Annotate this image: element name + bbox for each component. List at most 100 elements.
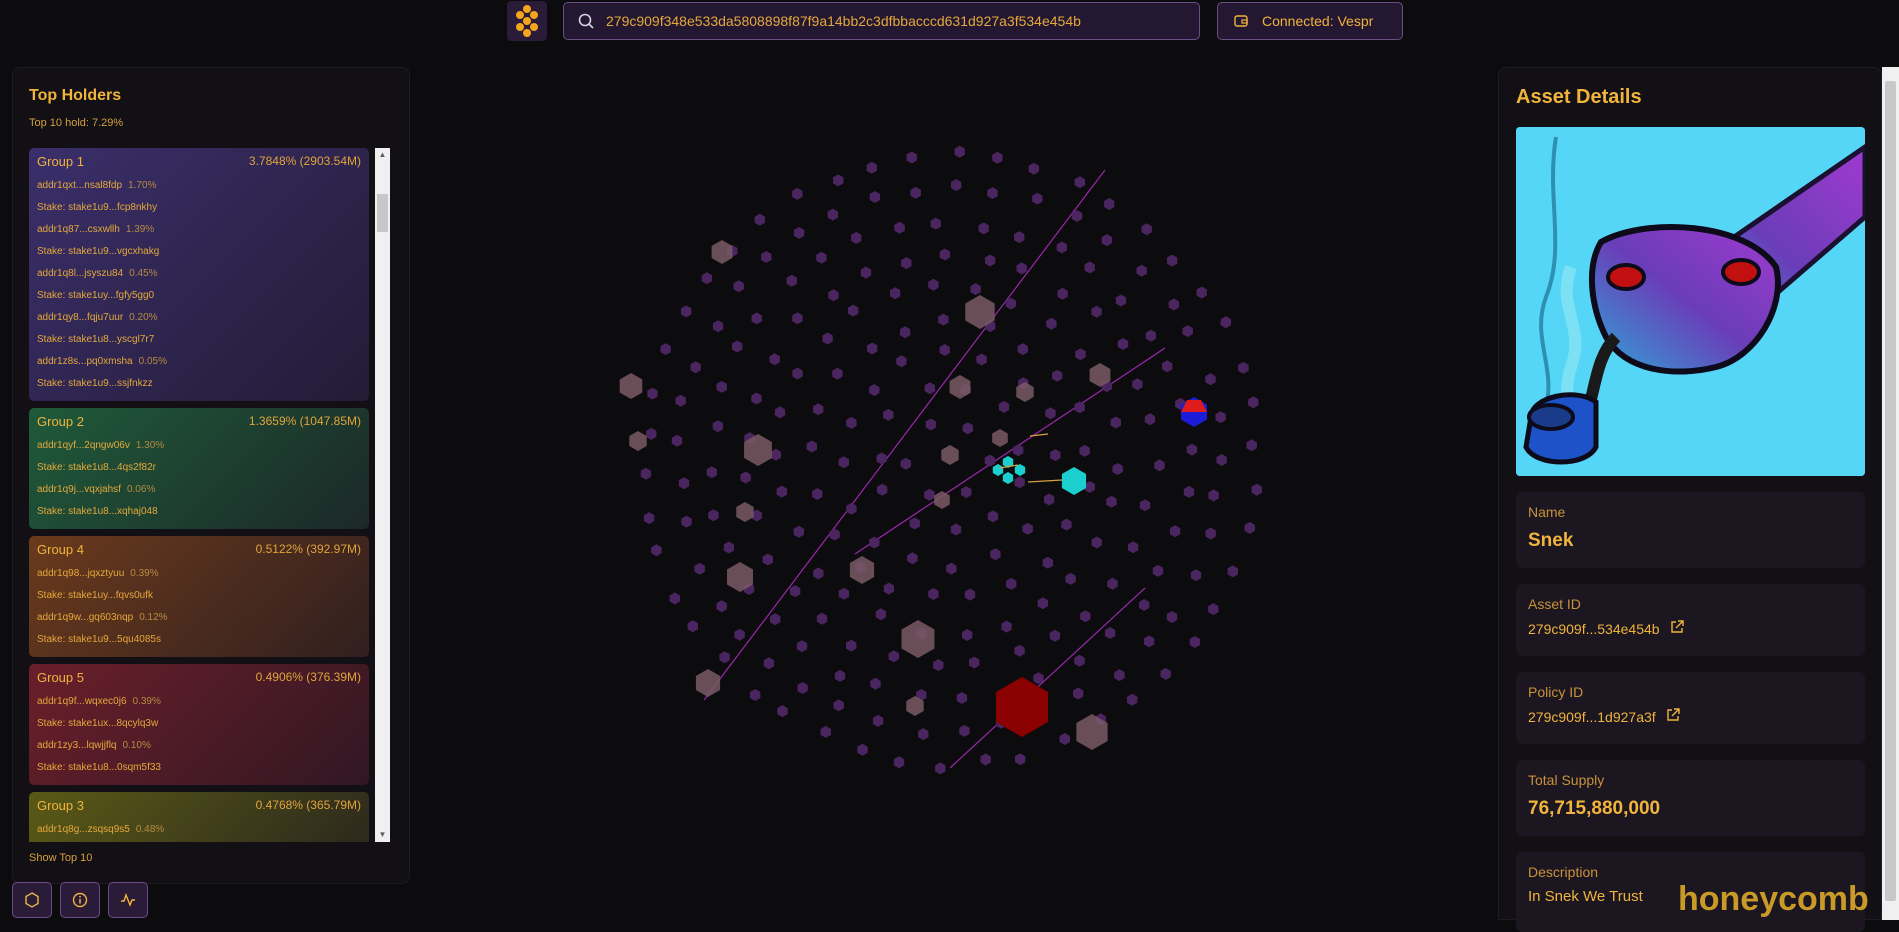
- graph-node[interactable]: [899, 326, 911, 339]
- graph-node-cyan[interactable]: [1002, 472, 1014, 484]
- graph-node-large[interactable]: [941, 445, 959, 465]
- graph-node[interactable]: [910, 186, 921, 199]
- graph-node[interactable]: [924, 488, 935, 501]
- graph-node[interactable]: [740, 471, 751, 484]
- holder-address-row[interactable]: addr1q87...csxwllh 1.39%: [37, 219, 361, 241]
- graph-node[interactable]: [939, 248, 951, 261]
- graph-node[interactable]: [813, 403, 824, 416]
- graph-node[interactable]: [1169, 525, 1181, 538]
- holder-group[interactable]: Group 1 3.7848% (2903.54M) addr1qxt...nsal…: [29, 148, 369, 401]
- page-scrollbar[interactable]: [1882, 67, 1899, 920]
- graph-node-large[interactable]: [934, 491, 950, 509]
- graph-node[interactable]: [793, 226, 805, 239]
- graph-node[interactable]: [984, 254, 996, 267]
- graph-node[interactable]: [1220, 316, 1231, 329]
- graph-node[interactable]: [978, 222, 989, 235]
- graph-node[interactable]: [998, 400, 1010, 413]
- graph-node[interactable]: [1073, 687, 1084, 700]
- graph-node[interactable]: [894, 221, 905, 234]
- graph-node[interactable]: [1057, 287, 1068, 300]
- wallet-button[interactable]: Connected: Vespr: [1217, 2, 1403, 40]
- graph-node[interactable]: [813, 567, 824, 580]
- graph-node[interactable]: [701, 272, 713, 285]
- graph-node-cyan[interactable]: [992, 464, 1004, 476]
- graph-node[interactable]: [1079, 444, 1090, 457]
- holder-group[interactable]: Group 5 0.4906% (376.39M) addr1q9f...wqxec…: [29, 664, 369, 785]
- graph-node[interactable]: [1144, 413, 1156, 426]
- graph-node[interactable]: [1115, 294, 1127, 307]
- graph-node-large[interactable]: [992, 429, 1008, 447]
- graph-node[interactable]: [961, 486, 972, 499]
- graph-node[interactable]: [1074, 401, 1085, 414]
- graph-node[interactable]: [1208, 489, 1219, 502]
- graph-node[interactable]: [761, 251, 772, 263]
- graph-node[interactable]: [1136, 264, 1147, 277]
- graph-node[interactable]: [930, 217, 941, 230]
- graph-node[interactable]: [706, 466, 717, 479]
- graph-node[interactable]: [816, 612, 828, 625]
- graph-node[interactable]: [869, 191, 881, 203]
- graph-node[interactable]: [962, 422, 973, 435]
- graph-node[interactable]: [867, 342, 878, 355]
- graph-node[interactable]: [896, 355, 907, 368]
- graph-node[interactable]: [933, 659, 944, 672]
- graph-node[interactable]: [754, 213, 765, 226]
- graph-node[interactable]: [928, 588, 939, 600]
- graph-node[interactable]: [1205, 373, 1216, 386]
- graph-node[interactable]: [888, 650, 899, 663]
- graph-node[interactable]: [1074, 654, 1085, 667]
- graph-node[interactable]: [751, 392, 762, 405]
- graph-node[interactable]: [828, 289, 839, 302]
- scroll-up-arrow-icon[interactable]: ▲: [375, 148, 390, 162]
- graph-node[interactable]: [716, 600, 727, 613]
- graph-node[interactable]: [1110, 416, 1121, 429]
- graph-node[interactable]: [876, 452, 887, 465]
- honeycomb-logo[interactable]: [507, 1, 547, 41]
- graph-node[interactable]: [928, 278, 939, 291]
- graph-node[interactable]: [976, 353, 987, 366]
- graph-node[interactable]: [1050, 449, 1061, 462]
- graph-node[interactable]: [877, 483, 888, 496]
- graph-node[interactable]: [1061, 518, 1072, 531]
- graph-node[interactable]: [712, 420, 724, 433]
- graph-node[interactable]: [776, 485, 787, 498]
- graph-node[interactable]: [646, 427, 657, 440]
- graph-node-large[interactable]: [849, 556, 875, 584]
- graph-node[interactable]: [1166, 611, 1178, 623]
- graph-node[interactable]: [1152, 564, 1164, 577]
- graph-node[interactable]: [959, 724, 970, 737]
- graph-node[interactable]: [660, 343, 671, 356]
- graph-node[interactable]: [987, 187, 998, 200]
- hexagon-view-button[interactable]: [12, 882, 52, 918]
- graph-node[interactable]: [792, 367, 803, 380]
- graph-node[interactable]: [857, 743, 868, 756]
- graph-node[interactable]: [1046, 317, 1057, 330]
- graph-node[interactable]: [1139, 499, 1151, 512]
- holder-address-row[interactable]: addr1q9f...wqxec0j6 0.39%: [37, 691, 361, 713]
- graph-node[interactable]: [1205, 527, 1216, 540]
- graph-node[interactable]: [833, 174, 844, 187]
- graph-node[interactable]: [1216, 454, 1227, 466]
- graph-node[interactable]: [1084, 480, 1095, 493]
- graph-node[interactable]: [918, 728, 929, 741]
- graph-node[interactable]: [792, 312, 803, 325]
- graph-node[interactable]: [1139, 599, 1150, 611]
- graph-node[interactable]: [719, 651, 730, 664]
- graph-node[interactable]: [1143, 635, 1155, 648]
- graph-node[interactable]: [1037, 597, 1048, 610]
- graph-node[interactable]: [681, 305, 692, 318]
- graph-node[interactable]: [1043, 493, 1055, 506]
- graph-node[interactable]: [762, 553, 773, 566]
- graph-node[interactable]: [643, 512, 655, 525]
- graph-node[interactable]: [907, 552, 918, 565]
- graph-node[interactable]: [816, 251, 827, 264]
- graph-node[interactable]: [792, 187, 803, 200]
- scroll-down-arrow-icon[interactable]: ▼: [375, 828, 390, 842]
- graph-node[interactable]: [1246, 439, 1257, 452]
- graph-node[interactable]: [723, 541, 735, 554]
- holder-address-row[interactable]: addr1q98...jqxztyuu 0.39%: [37, 563, 361, 585]
- graph-node[interactable]: [829, 528, 840, 541]
- graph-node[interactable]: [793, 525, 804, 538]
- graph-node[interactable]: [751, 312, 762, 325]
- graph-node[interactable]: [1183, 485, 1195, 498]
